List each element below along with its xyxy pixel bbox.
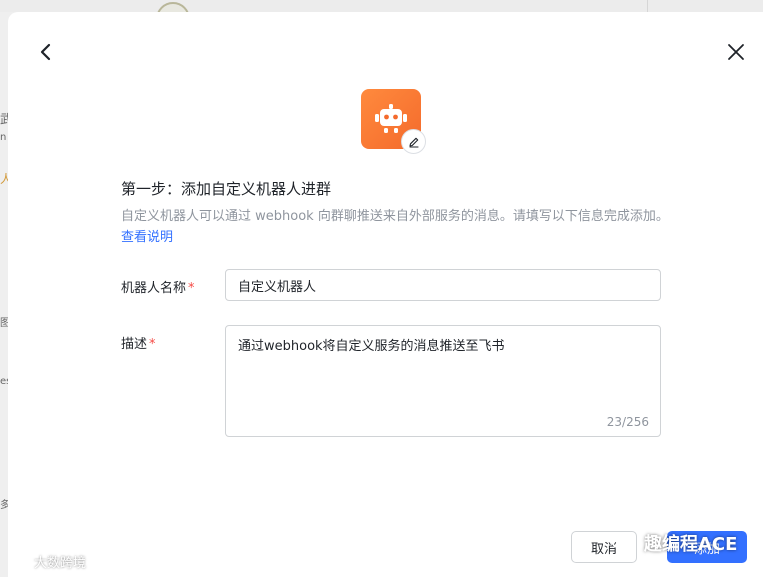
edit-avatar-button[interactable] [401, 129, 426, 154]
bot-name-label-text: 机器人名称 [121, 281, 187, 296]
description-text: 自定义机器人可以通过 webhook 向群聊推送来自外部服务的消息。请填写以下信… [121, 209, 669, 224]
required-mark: * [149, 337, 156, 352]
add-bot-dialog: 第一步：添加自定义机器人进群 自定义机器人可以通过 webhook 向群聊推送来… [8, 12, 763, 577]
required-mark: * [188, 281, 195, 296]
description-label-text: 描述 [121, 337, 148, 352]
background-text-fragment: n [0, 132, 7, 143]
description-value: 通过webhook将自定义服务的消息推送至飞书 [238, 339, 505, 354]
add-button[interactable]: 添加 [667, 531, 747, 563]
background-divider [647, 0, 648, 12]
bot-name-value: 自定义机器人 [238, 279, 317, 295]
bot-name-input[interactable]: 自定义机器人 [225, 269, 661, 301]
step-title: 第一步：添加自定义机器人进群 [121, 180, 332, 198]
help-link[interactable]: 查看说明 [121, 230, 173, 245]
background-topbar [0, 0, 763, 12]
chevron-left-icon [40, 43, 51, 61]
back-button[interactable] [36, 40, 56, 64]
pencil-icon [408, 137, 419, 148]
close-button[interactable] [724, 40, 748, 64]
watermark-logo-icon [8, 554, 29, 569]
bot-name-label: 机器人名称 * [121, 277, 195, 296]
robot-icon [375, 104, 407, 133]
watermark-left-text: 大数跨境 [34, 556, 87, 571]
char-counter: 23/256 [606, 415, 649, 429]
close-icon [728, 44, 744, 60]
description-textarea[interactable]: 通过webhook将自定义服务的消息推送至飞书 23/256 [225, 325, 661, 437]
step-description: 自定义机器人可以通过 webhook 向群聊推送来自外部服务的消息。请填写以下信… [121, 206, 681, 248]
cancel-button[interactable]: 取消 [571, 531, 637, 563]
watermark-left: 大数跨境 [8, 552, 86, 571]
description-label: 描述 * [121, 333, 156, 352]
